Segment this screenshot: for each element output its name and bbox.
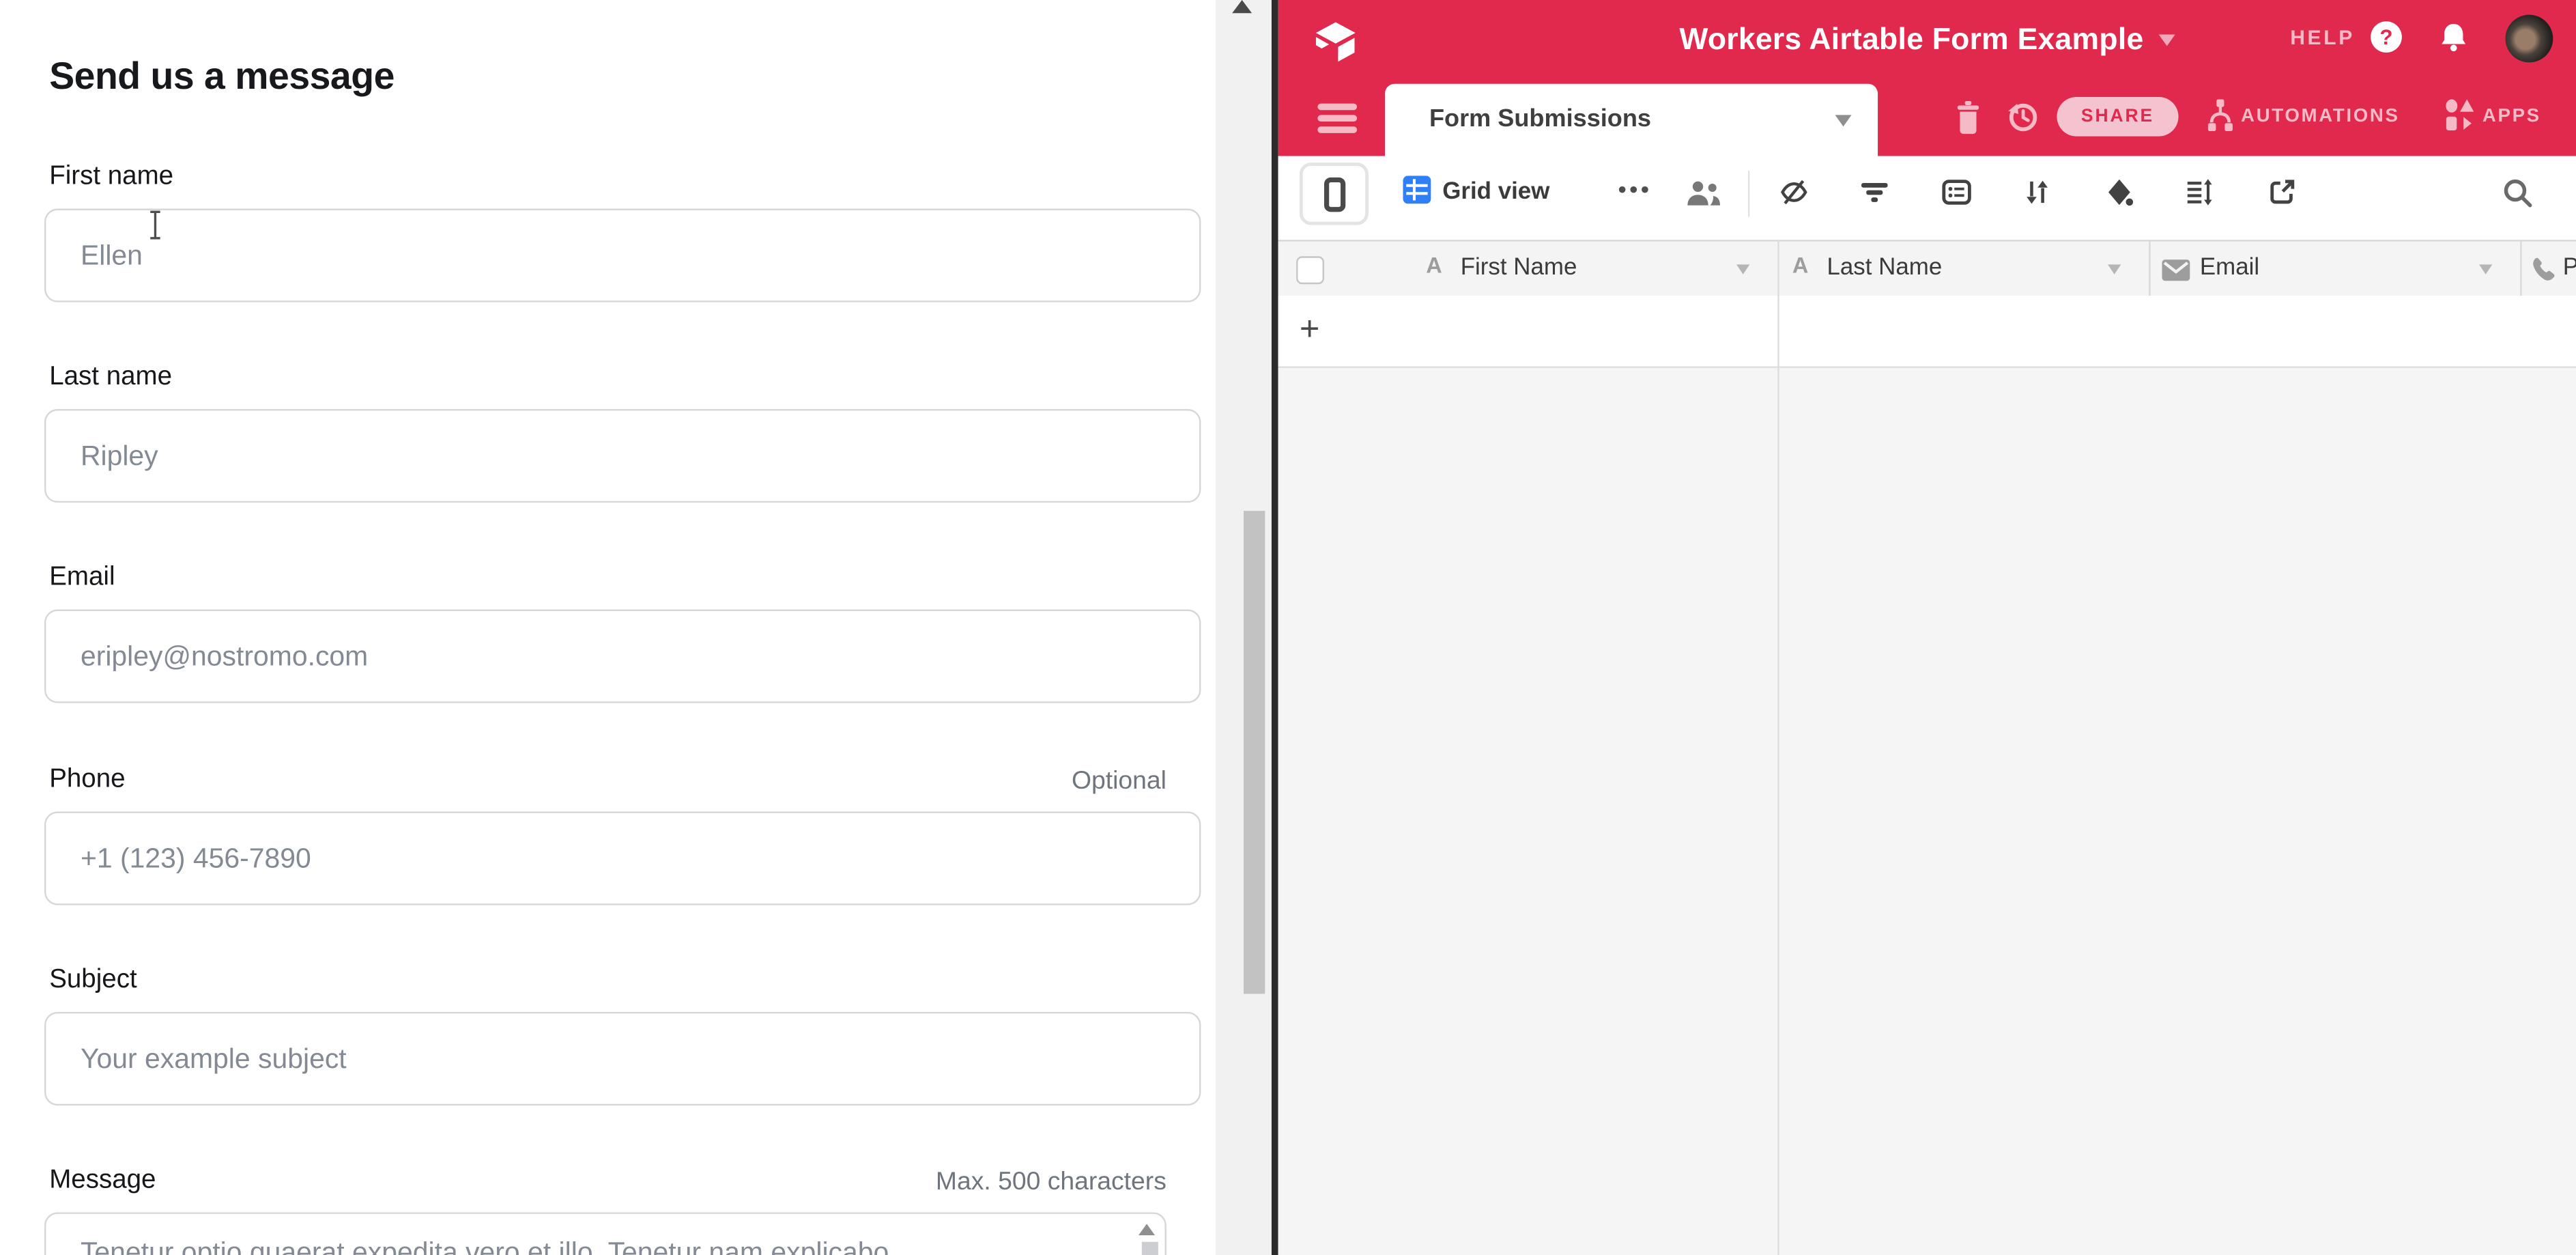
apps-button[interactable]: APPS [2482,107,2541,126]
email-label: Email [49,563,115,593]
column-separator[interactable] [2519,242,2521,296]
textarea-scrollbar-thumb[interactable] [1142,1242,1158,1255]
column-caret-icon[interactable] [2479,264,2492,273]
phone-field-type-icon [2530,256,2557,282]
column-caret-icon[interactable] [2108,264,2121,273]
view-more-icon[interactable]: ••• [1618,175,1652,201]
color-icon[interactable] [2104,178,2134,207]
apps-icon[interactable] [2444,98,2476,131]
email-input[interactable] [44,610,1201,703]
screen: Send us a message First name Last name E… [0,0,2576,1255]
add-record-plus-icon[interactable]: + [1300,311,1320,350]
scrollbar-up-arrow-icon[interactable] [1232,0,1252,13]
tab-label: Form Submissions [1429,105,1651,133]
last-name-label: Last name [49,363,172,393]
sort-icon[interactable] [2022,178,2052,207]
first-name-input[interactable] [44,209,1201,302]
toolbar-divider [1748,171,1749,216]
tab-caret-icon[interactable] [1835,115,1852,126]
row-height-icon[interactable] [2185,178,2214,207]
column-header-last-name[interactable]: Last Name [1827,255,1942,281]
user-avatar[interactable] [2506,15,2553,63]
tab-form-submissions[interactable]: Form Submissions [1385,84,1878,156]
sidebar-toggle-icon [1323,177,1345,212]
column-separator[interactable] [2148,242,2149,296]
text-field-type-icon: A [1792,253,1808,277]
phone-optional-note: Optional [1072,767,1167,797]
menu-hamburger-icon[interactable] [1317,104,1357,139]
column-caret-icon[interactable] [1736,264,1749,273]
trash-icon[interactable] [1954,100,1983,135]
table-header-row: A First Name A Last Name Email Phone [1278,240,2576,297]
window-divider [1272,0,1278,1255]
notifications-bell-icon[interactable] [2438,21,2470,54]
grid-empty-area [1278,368,2576,1255]
collaborators-icon[interactable] [1685,181,1721,207]
contact-form-pane: Send us a message First name Last name E… [0,0,1216,1255]
text-cursor-ibeam-icon [146,210,164,240]
view-name-label[interactable]: Grid view [1442,179,1549,205]
message-textarea[interactable]: Tenetur optio quaerat expedita vero et i… [44,1212,1167,1255]
help-glyph: ? [2379,25,2392,49]
base-title[interactable]: Workers Airtable Form Example [1679,21,2143,57]
column-header-first-name[interactable]: First Name [1461,255,1577,281]
hide-fields-icon[interactable] [1779,178,1809,207]
help-button[interactable]: HELP [2290,26,2355,49]
subject-input[interactable] [44,1012,1201,1105]
search-icon[interactable] [2502,178,2534,209]
add-record-row[interactable]: + [1278,296,2576,368]
automations-button[interactable]: AUTOMATIONS [2241,107,2400,126]
view-toolbar: Grid view ••• [1278,156,2576,240]
column-header-phone[interactable]: Phone [2563,255,2576,281]
share-button[interactable]: SHARE [2057,97,2178,137]
message-text: Tenetur optio quaerat expedita vero et i… [81,1237,897,1255]
message-label: Message [49,1166,156,1196]
pane-scrollbar-gutter [1216,0,1272,1255]
frozen-column-separator[interactable] [1777,240,1778,1255]
airtable-pane: Workers Airtable Form Example HELP ? For… [1278,0,2576,1255]
phone-label: Phone [49,765,125,795]
select-all-checkbox[interactable] [1296,255,1324,283]
scrollbar-thumb[interactable] [1244,511,1265,993]
column-header-email[interactable]: Email [2200,255,2259,281]
share-view-icon[interactable] [2267,178,2297,207]
base-title-caret-icon[interactable] [2158,33,2175,45]
last-name-input[interactable] [44,409,1201,503]
first-name-label: First name [49,163,173,192]
filter-icon[interactable] [1860,178,1889,207]
help-question-icon[interactable]: ? [2371,21,2402,53]
automations-icon[interactable] [2205,98,2236,133]
email-field-type-icon [2162,259,2190,280]
view-sidebar-toggle-button[interactable] [1300,163,1369,225]
subject-label: Subject [49,966,137,996]
message-max-note: Max. 500 characters [936,1168,1167,1198]
group-icon[interactable] [1942,178,1971,207]
textarea-scroll-up-icon[interactable] [1139,1224,1155,1235]
grid-view-icon[interactable] [1403,175,1431,203]
phone-input[interactable] [44,811,1201,905]
form-title: Send us a message [49,54,395,98]
snapshot-history-icon[interactable] [2006,98,2041,135]
text-field-type-icon: A [1426,253,1442,277]
